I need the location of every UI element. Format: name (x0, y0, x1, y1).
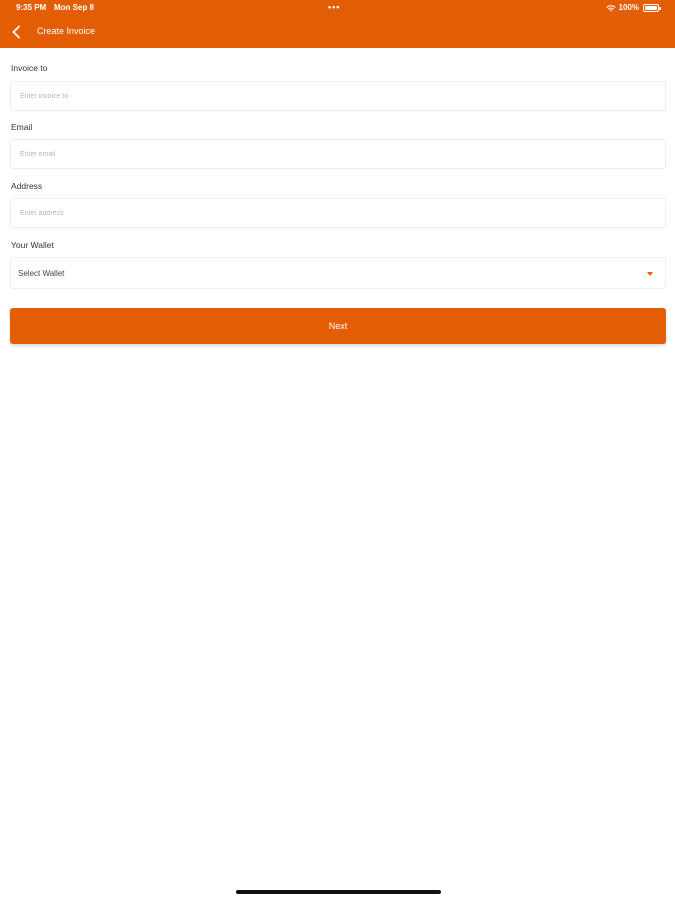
next-button[interactable]: Next (10, 308, 666, 344)
wallet-label: Your Wallet (11, 240, 54, 250)
multitasking-dots-icon[interactable]: ••• (328, 2, 340, 12)
back-button[interactable] (8, 23, 26, 41)
caret-down-icon (647, 272, 653, 276)
status-time: 9:35 PM (16, 3, 47, 12)
invoice-to-input[interactable] (10, 81, 666, 111)
status-date: Mon Sep 8 (54, 3, 95, 12)
address-input[interactable] (10, 198, 666, 228)
battery-icon (643, 3, 661, 12)
status-indicators: 100% (605, 3, 661, 12)
battery-percentage: 100% (618, 3, 639, 12)
invoice-to-label: Invoice to (11, 63, 48, 73)
address-label: Address (11, 181, 43, 191)
email-label: Email (11, 122, 33, 132)
status-bar: 9:35 PM Mon Sep 8 ••• 100% (0, 0, 675, 16)
wallet-select[interactable]: Select Wallet (10, 257, 666, 289)
battery-fill (645, 5, 657, 10)
chevron-left-icon (12, 25, 20, 39)
create-invoice-screen: 9:35 PM Mon Sep 8 ••• 100% Create Invoic… (0, 0, 675, 900)
wifi-icon (605, 4, 616, 11)
wallet-select-value: Select Wallet (18, 269, 65, 278)
nav-bar: Create Invoice (0, 16, 675, 48)
page-title: Create Invoice (37, 26, 96, 36)
home-indicator[interactable] (236, 890, 441, 894)
email-input[interactable] (10, 139, 666, 169)
